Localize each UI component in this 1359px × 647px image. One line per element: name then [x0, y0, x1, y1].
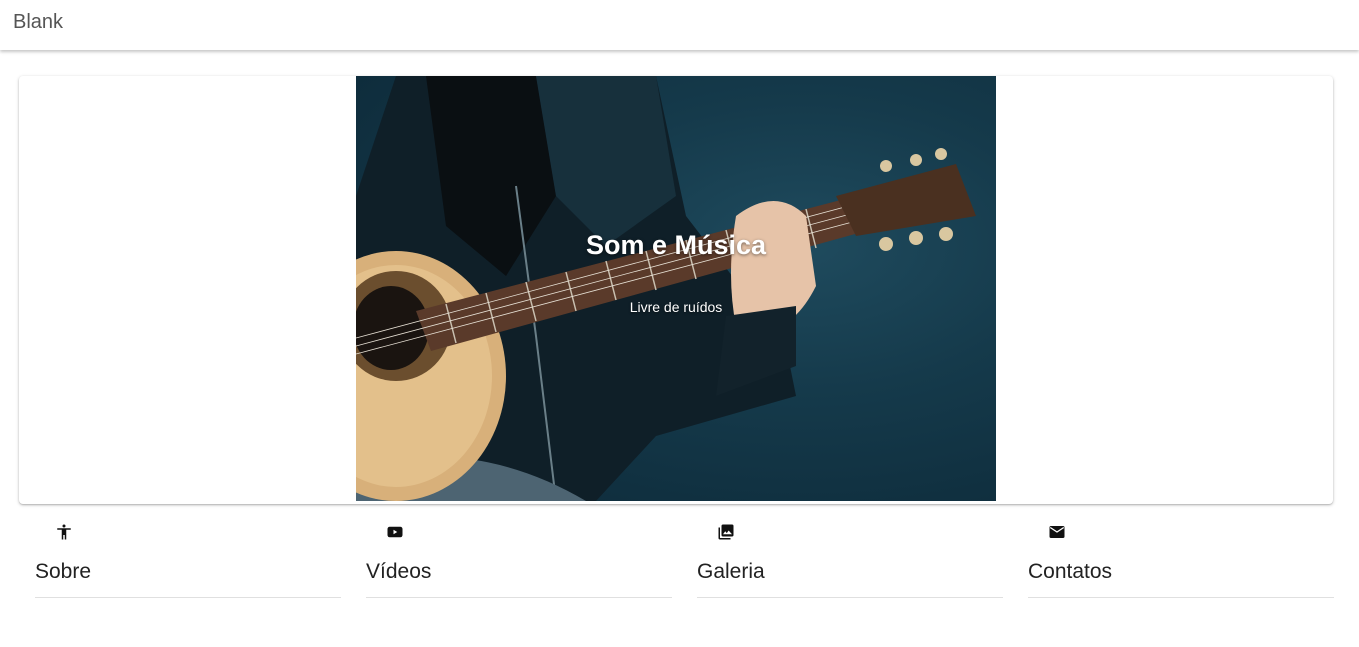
guitar-player-illustration	[356, 76, 976, 501]
nav-item-videos[interactable]: Vídeos	[366, 515, 672, 598]
nav-item-galeria[interactable]: Galeria	[697, 515, 1003, 598]
nav-label-sobre: Sobre	[35, 560, 92, 583]
nav-item-sobre[interactable]: Sobre	[35, 515, 341, 598]
hero-subtitle: Livre de ruídos	[629, 299, 723, 315]
photo-library-icon	[718, 524, 734, 540]
mail-icon	[1049, 526, 1065, 538]
app-bar: Blank	[0, 0, 1359, 50]
hero-card: Som e Música Livre de ruídos	[19, 76, 1333, 504]
nav-label-videos: Vídeos	[366, 560, 432, 583]
app-title[interactable]: Blank	[13, 11, 63, 34]
hero-image: Som e Música Livre de ruídos	[356, 76, 996, 501]
youtube-icon	[387, 526, 403, 538]
nav-label-contatos: Contatos	[1028, 560, 1113, 583]
accessibility-icon	[57, 524, 71, 540]
nav-item-contatos[interactable]: Contatos	[1028, 515, 1334, 598]
nav-label-galeria: Galeria	[697, 560, 765, 583]
hero-title: Som e Música	[585, 230, 767, 260]
